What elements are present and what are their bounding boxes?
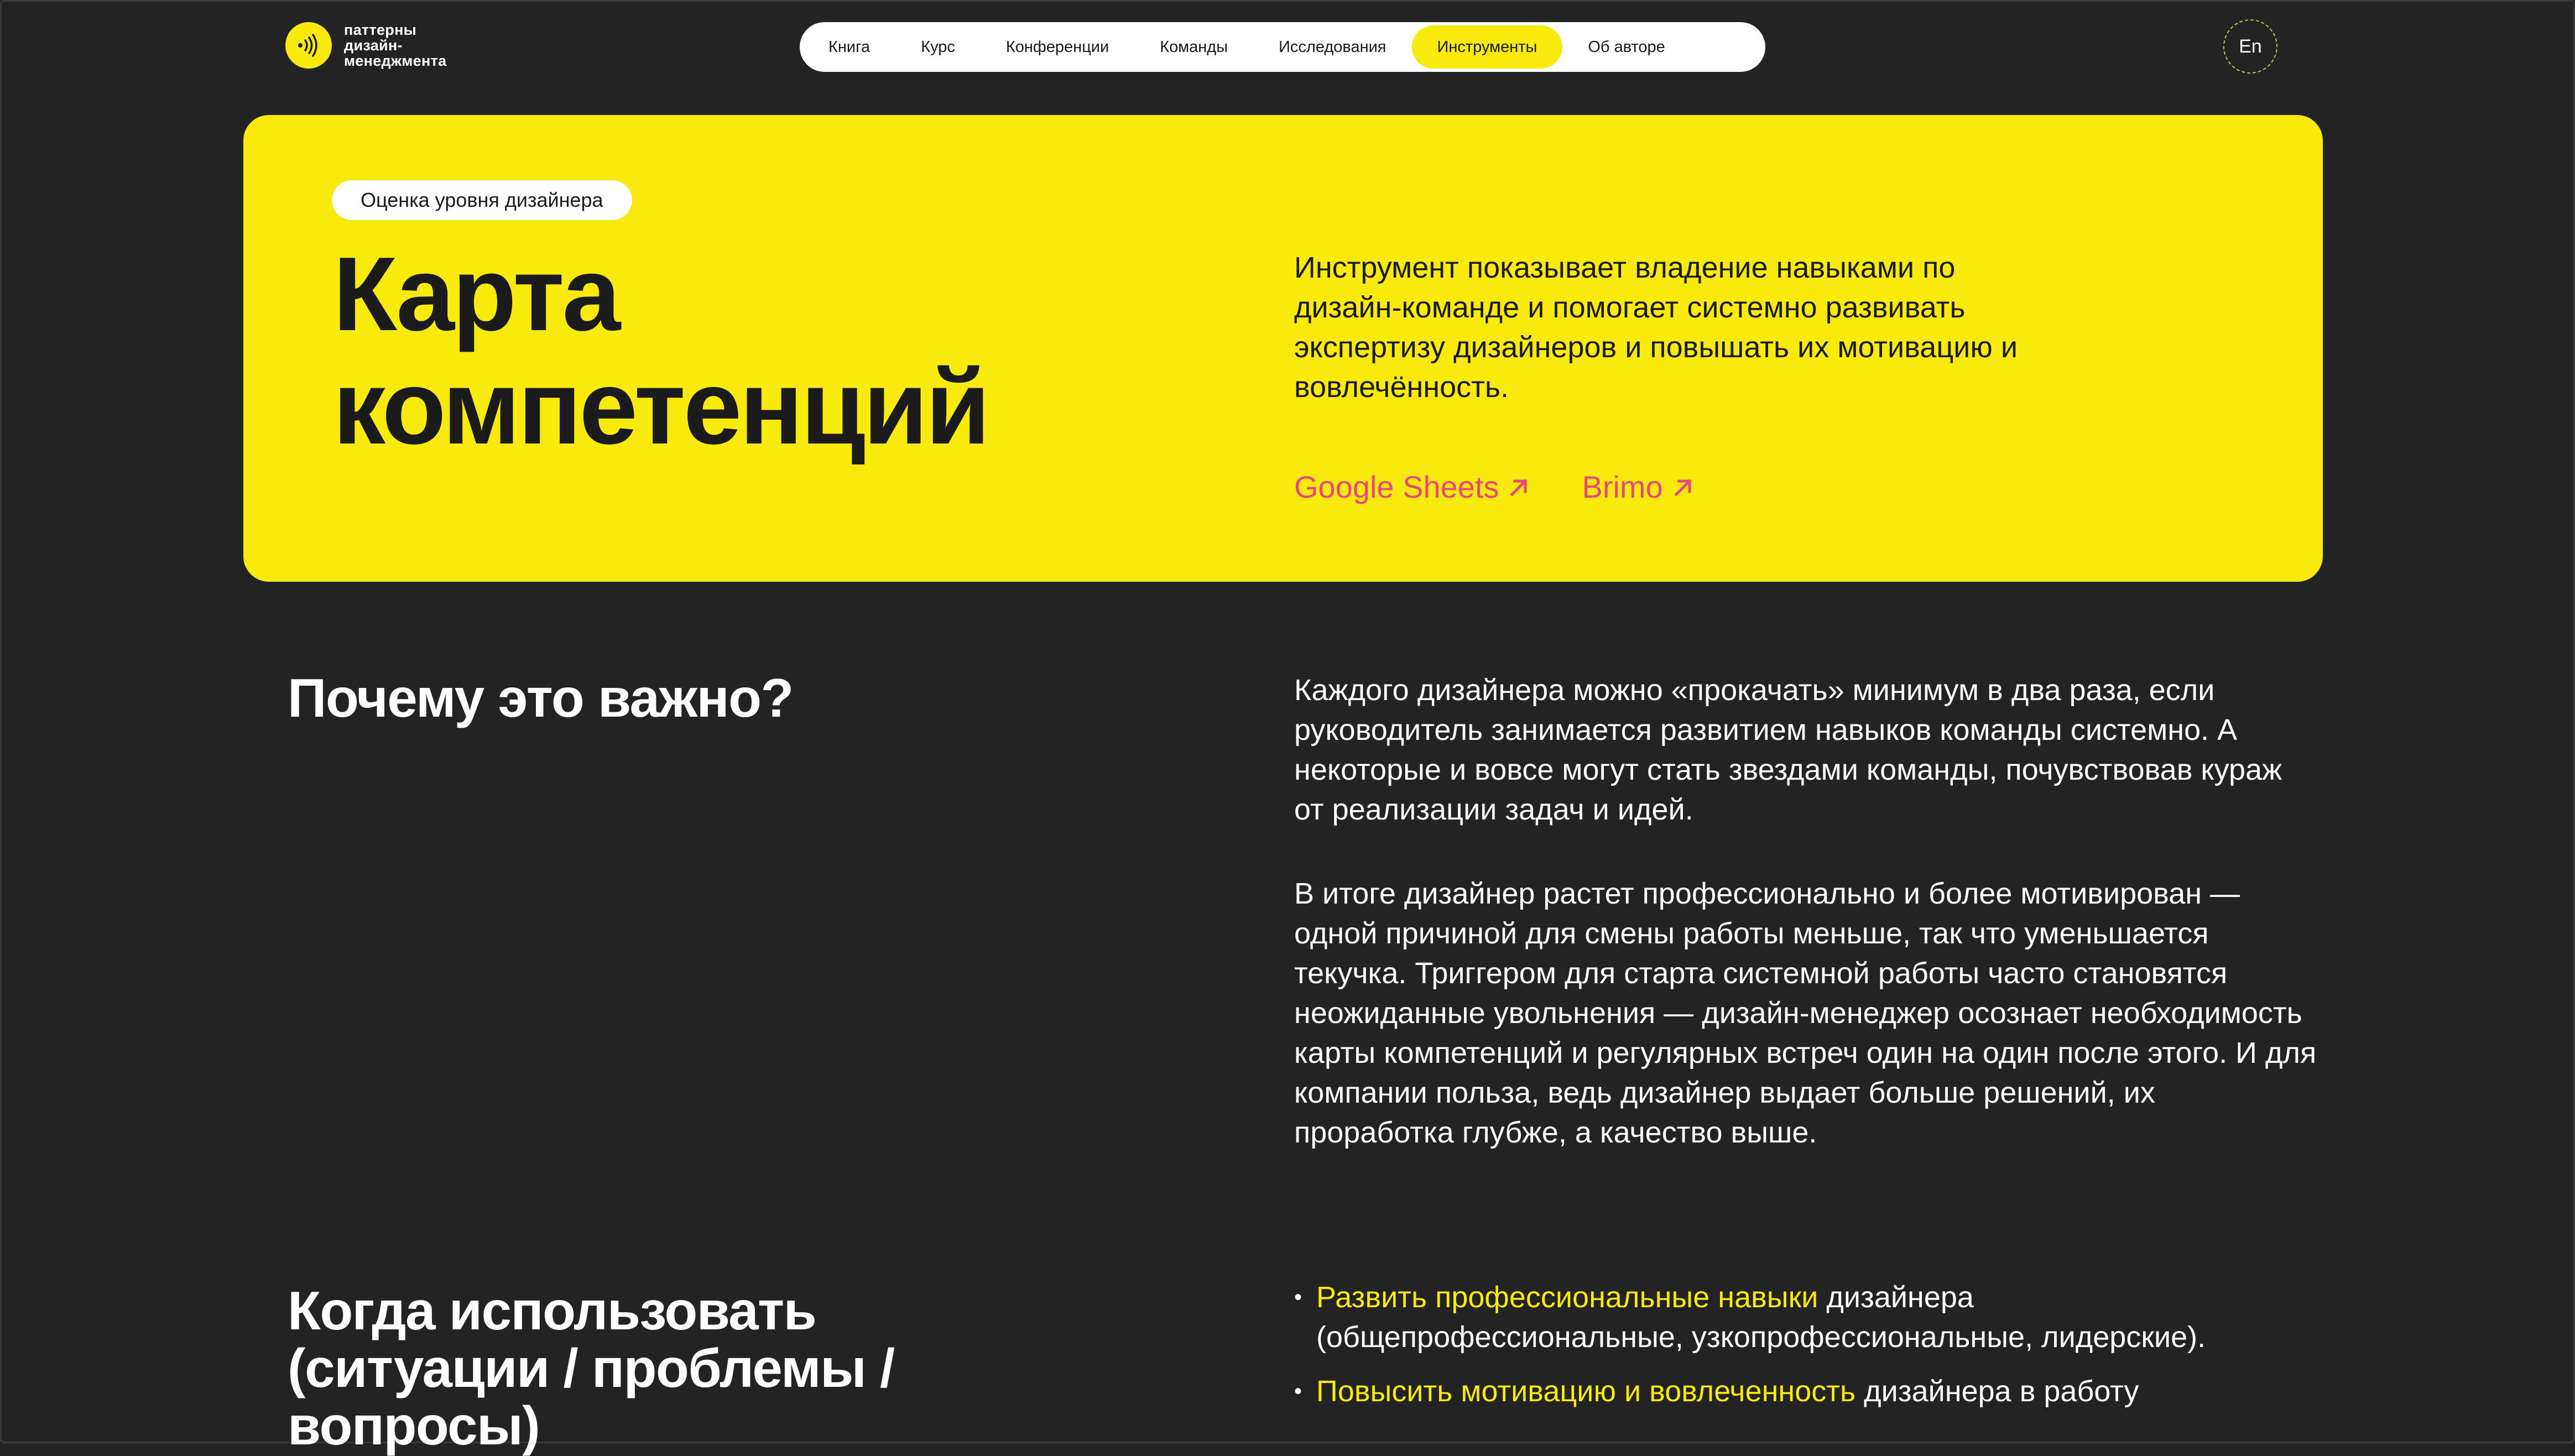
- logo-line: паттерны: [344, 22, 417, 38]
- when-title-line: вопросы): [288, 1395, 540, 1456]
- google-sheets-link[interactable]: Google Sheets: [1294, 469, 1532, 505]
- when-title-line: Когда использовать: [288, 1280, 817, 1341]
- list-item-text: дизайнера в работу: [1855, 1375, 2139, 1408]
- logo-icon: [285, 22, 332, 69]
- nav-item-conferences[interactable]: Конференции: [981, 25, 1134, 69]
- list-item: Повысить мотивацию и вовлеченность дизай…: [1294, 1371, 2323, 1411]
- why-paragraph-2: В итоге дизайнер растет профессионально …: [1294, 877, 2317, 1149]
- arrow-up-right-icon: [1510, 478, 1528, 497]
- category-tag: Оценка уровня дизайнера: [332, 180, 632, 220]
- main-nav: Книга Курс Конференции Команды Исследова…: [800, 22, 1765, 72]
- why-paragraph-1: Каждого дизайнера можно «прокачать» мини…: [1294, 674, 2282, 826]
- page-title: Карта компетенций: [333, 236, 991, 466]
- logo-line: менеджмента: [344, 53, 447, 69]
- list-item-highlight-link[interactable]: Развить профессиональные навыки: [1316, 1281, 1818, 1314]
- nav-item-book[interactable]: Книга: [803, 25, 895, 69]
- nav-item-course[interactable]: Курс: [895, 25, 981, 69]
- site-logo[interactable]: паттерны дизайн- менеджмента: [285, 22, 446, 69]
- nav-item-teams[interactable]: Команды: [1134, 25, 1253, 69]
- list-item-highlight-link[interactable]: Повысить мотивацию и вовлеченность: [1316, 1375, 1855, 1408]
- nav-item-tools[interactable]: Инструменты: [1411, 25, 1563, 69]
- google-sheets-link-label: Google Sheets: [1294, 469, 1499, 504]
- logo-line: дизайн-: [344, 37, 403, 54]
- hero-card: Оценка уровня дизайнера Карта компетенци…: [243, 115, 2323, 582]
- when-title-line: (ситуации / проблемы /: [288, 1338, 895, 1398]
- tool-links: Google Sheets Brimo: [1294, 469, 1696, 505]
- why-section-title: Почему это важно?: [288, 667, 794, 728]
- when-bullet-list: Развить профессиональные навыки дизайнер…: [1294, 1277, 2323, 1426]
- arrow-up-right-icon: [1674, 478, 1692, 497]
- when-section-title: Когда использовать (ситуации / проблемы …: [288, 1280, 895, 1456]
- brimo-link-label: Brimo: [1582, 469, 1663, 504]
- page-title-line: Карта: [333, 236, 621, 353]
- nav-item-research[interactable]: Исследования: [1253, 25, 1411, 69]
- nav-item-about[interactable]: Об авторе: [1562, 25, 1690, 69]
- hero-description: Инструмент показывает владение навыками …: [1294, 251, 2018, 404]
- brimo-link[interactable]: Brimo: [1582, 469, 1696, 505]
- logo-text: паттерны дизайн- менеджмента: [344, 22, 446, 69]
- list-item: Развить профессиональные навыки дизайнер…: [1294, 1277, 2323, 1357]
- page-title-line: компетенций: [333, 349, 991, 466]
- language-switch-button[interactable]: En: [2223, 19, 2277, 74]
